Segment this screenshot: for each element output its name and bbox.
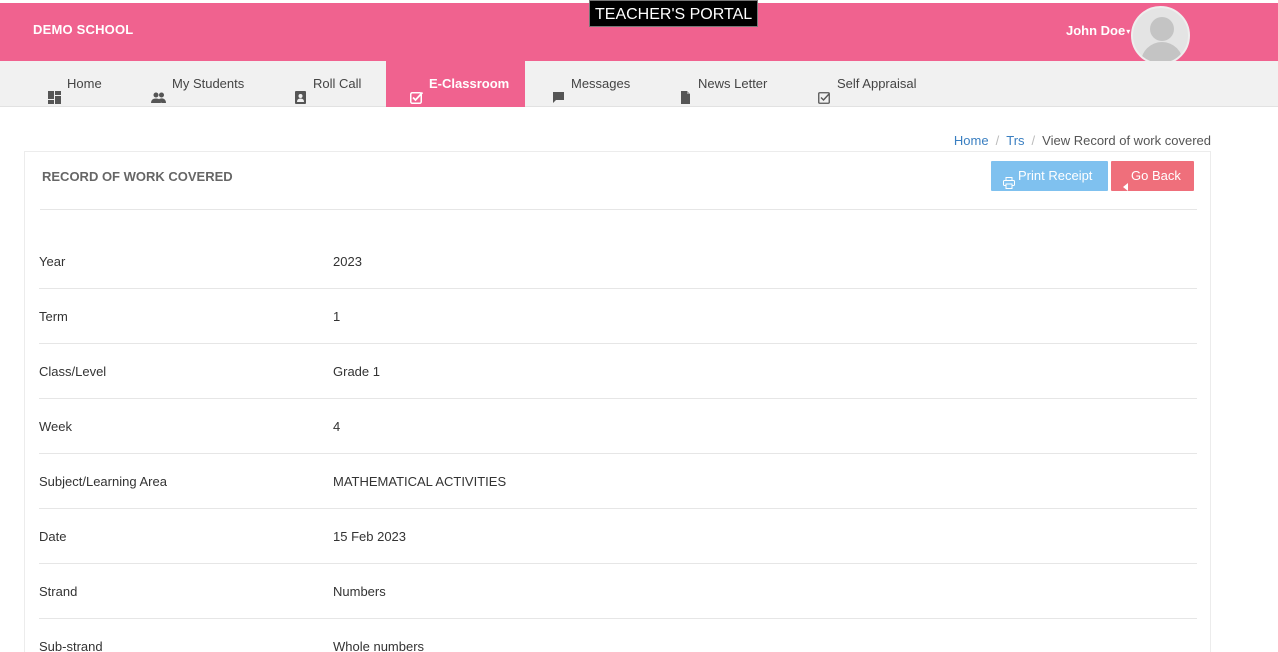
avatar[interactable] [1131, 6, 1190, 65]
record-row-strand: Strand Numbers [39, 564, 1197, 619]
record-row-year: Year 2023 [39, 234, 1197, 289]
field-value: Grade 1 [333, 364, 380, 379]
print-receipt-label: Print Receipt [1018, 168, 1093, 183]
field-value: 2023 [333, 254, 362, 269]
record-panel: RECORD OF WORK COVERED Print Receipt Go … [24, 151, 1211, 652]
checkbox-icon [410, 77, 424, 105]
user-menu[interactable]: John Doe▾ [1066, 23, 1130, 38]
breadcrumb-current: View Record of work covered [1042, 133, 1211, 148]
panel-title: RECORD OF WORK COVERED [42, 169, 233, 184]
field-value: 15 Feb 2023 [333, 529, 407, 544]
field-label: Week [39, 419, 72, 434]
panel-divider [40, 209, 1197, 210]
go-back-label: Go Back [1131, 168, 1181, 183]
record-row-week: Week 4 [39, 399, 1197, 454]
field-label: Subject/Learning Area [39, 474, 167, 489]
breadcrumb-home[interactable]: Home [954, 133, 989, 148]
nav-item-roll-call[interactable]: Roll Call [294, 61, 361, 107]
record-row-subject: Subject/Learning Area MATHEMATICAL ACTIV… [39, 454, 1197, 509]
nav-label-roll-call: Roll Call [313, 76, 362, 91]
field-value: Whole numbers [333, 639, 425, 652]
caret-left-icon [1123, 172, 1128, 191]
go-back-button[interactable]: Go Back [1111, 161, 1194, 191]
checkbox-outline-icon [818, 77, 831, 104]
people-icon [151, 77, 166, 104]
portal-title: TEACHER'S PORTAL [589, 0, 759, 27]
nav-label-my-students: My Students [172, 76, 245, 91]
nav-label-news-letter: News Letter [698, 76, 768, 91]
printer-icon [1003, 170, 1015, 189]
breadcrumb-trs[interactable]: Trs [1006, 133, 1024, 148]
field-value: 1 [333, 309, 341, 324]
nav-item-news-letter[interactable]: News Letter [679, 61, 767, 107]
record-row-term: Term 1 [39, 289, 1197, 344]
print-receipt-button[interactable]: Print Receipt [991, 161, 1108, 191]
school-name[interactable]: DEMO SCHOOL [33, 22, 133, 37]
field-label: Date [39, 529, 67, 544]
field-label: Strand [39, 584, 78, 599]
nav-item-home[interactable]: Home [48, 61, 102, 107]
record-row-date: Date 15 Feb 2023 [39, 509, 1197, 564]
chevron-down-icon: ▾ [1126, 27, 1131, 37]
record-row-class-level: Class/Level Grade 1 [39, 344, 1197, 399]
nav-item-self-appraisal[interactable]: Self Appraisal [818, 61, 917, 107]
breadcrumb-separator: / [1031, 133, 1036, 148]
user-name: John Doe [1066, 23, 1126, 38]
field-value: 4 [333, 419, 341, 434]
nav-label-self-appraisal: Self Appraisal [837, 76, 917, 91]
nav-label-home: Home [67, 76, 102, 91]
contact-card-icon [294, 77, 307, 105]
main-nav: Home My Students Roll Call E-Classroom M… [0, 61, 1278, 107]
nav-item-e-classroom[interactable]: E-Classroom [386, 61, 525, 107]
avatar-head [1150, 17, 1174, 41]
nav-label-messages: Messages [571, 76, 631, 91]
breadcrumb: Home / Trs / View Record of work covered [954, 133, 1211, 148]
field-value: MATHEMATICAL ACTIVITIES [333, 474, 507, 489]
nav-item-my-students[interactable]: My Students [151, 61, 244, 107]
nav-label-e-classroom: E-Classroom [429, 76, 510, 91]
nav-item-messages[interactable]: Messages [552, 61, 630, 107]
field-value: Numbers [333, 584, 386, 599]
record-row-sub-strand: Sub-strand Whole numbers [39, 619, 1197, 652]
dashboard-icon [48, 77, 61, 105]
document-icon [679, 77, 692, 105]
field-label: Term [39, 309, 68, 324]
chat-bubble-icon [552, 77, 565, 104]
field-label: Year [39, 254, 66, 269]
field-label: Sub-strand [39, 639, 103, 652]
breadcrumb-separator: / [995, 133, 1000, 148]
field-label: Class/Level [39, 364, 107, 379]
